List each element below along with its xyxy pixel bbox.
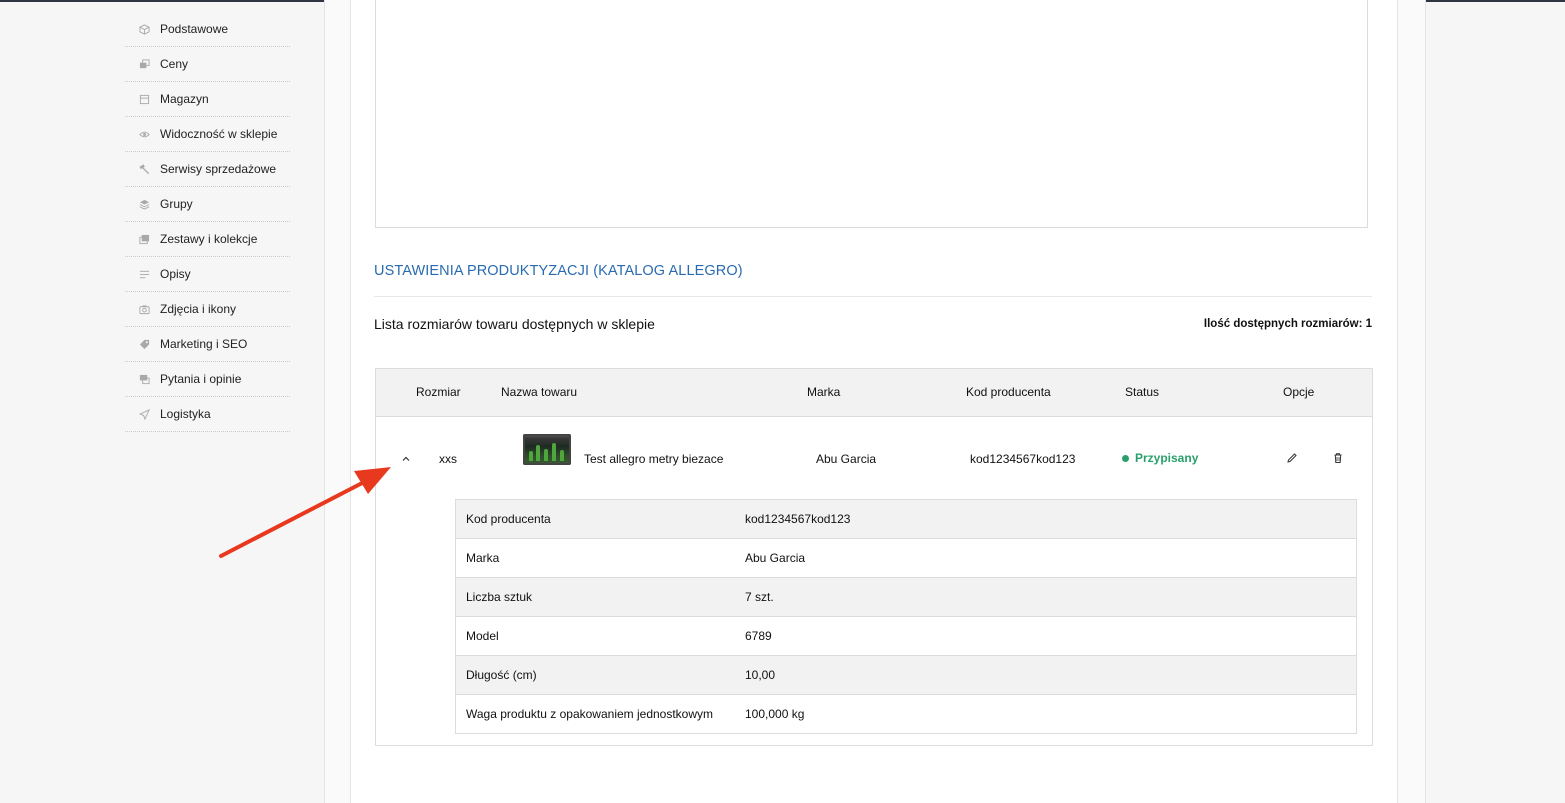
sidebar-item-zdjecia[interactable]: Zdjęcia i ikony bbox=[125, 292, 290, 327]
size-details-table: Kod producenta kod1234567kod123 Marka Ab… bbox=[455, 499, 1357, 734]
detail-value: 100,000 kg bbox=[745, 707, 805, 721]
detail-value: Abu Garcia bbox=[745, 551, 806, 565]
description-editor-area[interactable] bbox=[375, 0, 1368, 228]
chat-icon bbox=[137, 372, 151, 386]
sidebar-item-label: Opisy bbox=[160, 267, 191, 281]
sidebar-item-serwisy[interactable]: Serwisy sprzedażowe bbox=[125, 152, 290, 187]
send-icon bbox=[137, 407, 151, 421]
row-product-name: Test allegro metry biezace bbox=[584, 452, 724, 466]
sidebar-item-label: Zdjęcia i ikony bbox=[160, 302, 237, 316]
tag-icon bbox=[137, 337, 151, 351]
column-header-brand: Marka bbox=[807, 385, 841, 399]
details-row-weight: Waga produktu z opakowaniem jednostkowym… bbox=[456, 695, 1356, 733]
sidebar-item-grupy[interactable]: Grupy bbox=[125, 187, 290, 222]
eye-icon bbox=[137, 127, 151, 141]
sidebar-item-label: Zestawy i kolekcje bbox=[160, 232, 258, 246]
status-dot bbox=[1122, 454, 1129, 462]
sidebar-item-widocznosc[interactable]: Widoczność w sklepie bbox=[125, 117, 290, 152]
sidebar-item-label: Grupy bbox=[160, 197, 193, 211]
details-row-model: Model 6789 bbox=[456, 617, 1356, 656]
details-row-brand: Marka Abu Garcia bbox=[456, 539, 1356, 578]
text-icon bbox=[137, 267, 151, 281]
detail-key: Kod producenta bbox=[466, 512, 551, 526]
row-size: xxs bbox=[439, 452, 457, 466]
details-row-producer-code: Kod producenta kod1234567kod123 bbox=[456, 500, 1356, 539]
camera-icon bbox=[137, 302, 151, 316]
detail-key: Liczba sztuk bbox=[466, 590, 533, 604]
row-producer-code: kod1234567kod123 bbox=[970, 452, 1076, 466]
sidebar-item-marketing[interactable]: Marketing i SEO bbox=[125, 327, 290, 362]
detail-key: Marka bbox=[466, 551, 500, 565]
product-sections-sidebar: Podstawowe Ceny Magazyn Widoczność w skl… bbox=[125, 12, 290, 432]
detail-value: kod1234567kod123 bbox=[745, 512, 851, 526]
detail-value: 6789 bbox=[745, 629, 772, 643]
product-thumbnail bbox=[523, 434, 571, 465]
column-header-code: Kod producenta bbox=[966, 385, 1051, 399]
sidebar-item-magazyn[interactable]: Magazyn bbox=[125, 82, 290, 117]
detail-key: Model bbox=[466, 629, 499, 643]
column-header-status: Status bbox=[1125, 385, 1160, 399]
column-header-options: Opcje bbox=[1283, 385, 1315, 399]
hammer-icon bbox=[137, 162, 151, 176]
sidebar-item-zestawy[interactable]: Zestawy i kolekcje bbox=[125, 222, 290, 257]
sidebar-item-label: Marketing i SEO bbox=[160, 337, 248, 351]
section-divider bbox=[374, 296, 1372, 297]
column-header-name: Nazwa towaru bbox=[501, 385, 578, 399]
status-badge: Przypisany bbox=[1122, 451, 1198, 465]
sidebar-item-podstawowe[interactable]: Podstawowe bbox=[125, 12, 290, 47]
delete-trash-icon[interactable] bbox=[1332, 451, 1345, 464]
section-title: USTAWIENIA PRODUKTYZACJI (KATALOG ALLEGR… bbox=[374, 263, 743, 279]
details-row-length: Długość (cm) 10,00 bbox=[456, 656, 1356, 695]
sidebar-item-ceny[interactable]: Ceny bbox=[125, 47, 290, 82]
detail-key: Waga produktu z opakowaniem jednostkowym bbox=[466, 707, 714, 721]
layers-icon bbox=[137, 197, 151, 211]
sidebar-item-label: Ceny bbox=[160, 57, 189, 71]
sizes-table: Rozmiar Nazwa towaru Marka Kod producent… bbox=[375, 368, 1373, 746]
table-header: Rozmiar Nazwa towaru Marka Kod producent… bbox=[376, 369, 1372, 417]
status-text: Przypisany bbox=[1135, 451, 1199, 465]
column-header-size: Rozmiar bbox=[416, 385, 461, 399]
sidebar-item-label: Magazyn bbox=[160, 92, 209, 106]
sizes-list-title: Lista rozmiarów towaru dostępnych w skle… bbox=[374, 316, 655, 332]
warehouse-icon bbox=[137, 92, 151, 106]
sidebar-item-logistyka[interactable]: Logistyka bbox=[125, 397, 290, 432]
sidebar-item-opisy[interactable]: Opisy bbox=[125, 257, 290, 292]
detail-value: 7 szt. bbox=[745, 590, 774, 604]
edit-pencil-icon[interactable] bbox=[1286, 451, 1299, 464]
sidebar-item-label: Pytania i opinie bbox=[160, 372, 242, 386]
collapse-chevron-up-icon[interactable] bbox=[400, 452, 412, 464]
sidebar-item-label: Widoczność w sklepie bbox=[160, 127, 278, 141]
available-sizes-count: Ilość dostępnych rozmiarów: 1 bbox=[1203, 318, 1372, 330]
price-icon bbox=[137, 57, 151, 71]
row-brand: Abu Garcia bbox=[816, 452, 877, 466]
details-row-quantity: Liczba sztuk 7 szt. bbox=[456, 578, 1356, 617]
sidebar-item-pytania[interactable]: Pytania i opinie bbox=[125, 362, 290, 397]
detail-value: 10,00 bbox=[745, 668, 776, 682]
sidebar-item-label: Podstawowe bbox=[160, 22, 229, 36]
sidebar-item-label: Serwisy sprzedażowe bbox=[160, 162, 277, 176]
collection-icon bbox=[137, 232, 151, 246]
box-icon bbox=[137, 22, 151, 36]
sidebar-item-label: Logistyka bbox=[160, 407, 211, 421]
detail-key: Długość (cm) bbox=[466, 668, 537, 682]
